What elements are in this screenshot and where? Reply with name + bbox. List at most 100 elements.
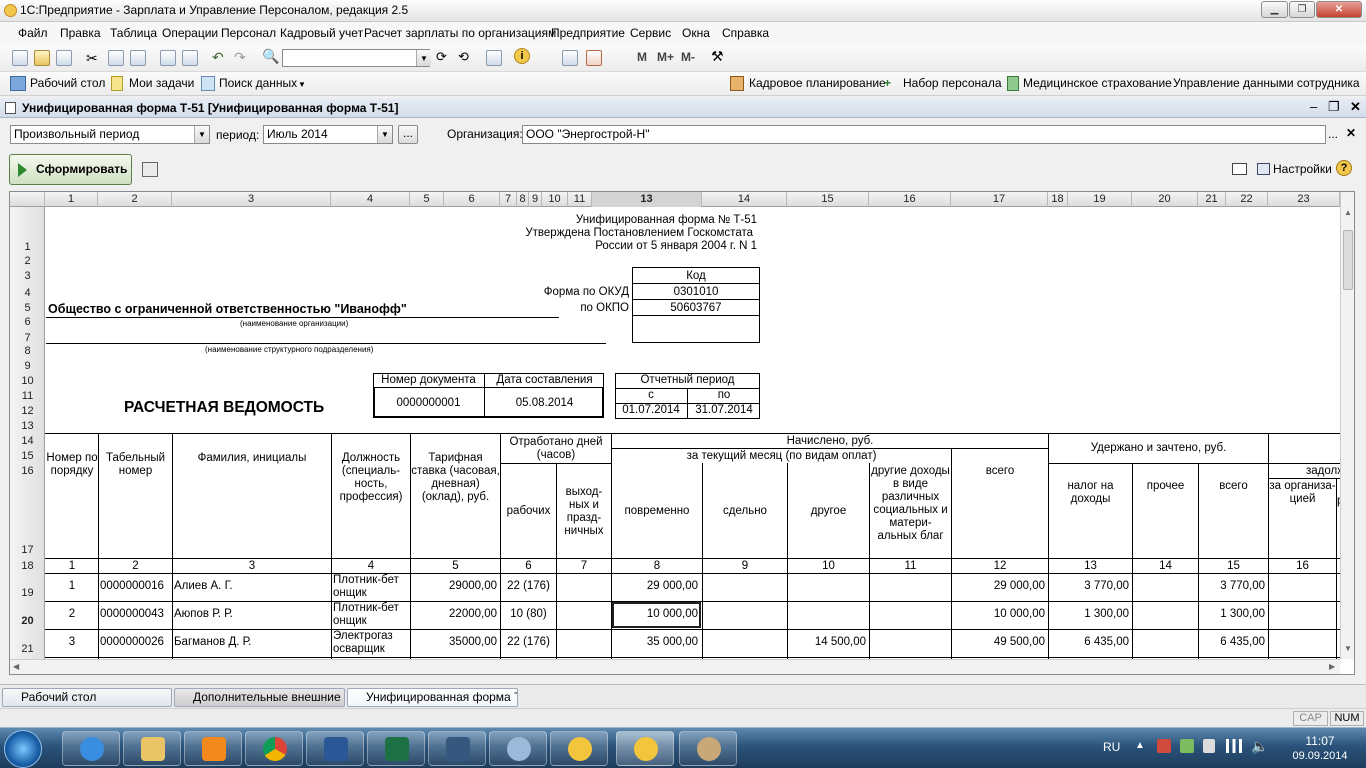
memory-button[interactable]: M (637, 50, 647, 64)
network-icon[interactable] (1226, 739, 1242, 753)
scroll-right-icon[interactable]: ▶ (1329, 662, 1335, 671)
scroll-down-icon[interactable]: ▼ (1344, 644, 1352, 653)
col-header[interactable]: 6 (444, 192, 500, 207)
taskbar-save[interactable] (428, 731, 486, 766)
row-header[interactable]: 11 (10, 390, 45, 402)
taskbar-paint[interactable] (679, 731, 737, 766)
scroll-left-icon[interactable]: ◀ (13, 662, 19, 671)
employee-rate[interactable]: 29000,00 (411, 580, 497, 592)
doc-close-button[interactable]: ✕ (1350, 99, 1361, 115)
doc-restore-button[interactable]: ❐ (1328, 99, 1340, 115)
accrued-total[interactable]: 49 500,00 (952, 636, 1045, 648)
col-header[interactable]: 19 (1068, 192, 1132, 207)
col-header[interactable]: 11 (568, 192, 592, 207)
windows-icon[interactable] (486, 50, 502, 66)
row-header[interactable]: 6 (10, 316, 45, 328)
employee-name[interactable]: Аюпов Р. Р. (174, 608, 233, 620)
info-icon[interactable]: i (514, 48, 530, 64)
col-header[interactable]: 16 (869, 192, 951, 207)
row-header[interactable]: 7 (10, 332, 45, 344)
tray-app-icon[interactable] (1180, 739, 1194, 753)
col-header[interactable]: 7 (500, 192, 517, 207)
menu-help[interactable]: Справка (722, 26, 769, 40)
cut-icon[interactable]: ✂ (86, 50, 98, 67)
scroll-up-icon[interactable]: ▲ (1344, 208, 1352, 217)
menu-table[interactable]: Таблица (110, 26, 157, 40)
withheld-total[interactable]: 3 770,00 (1199, 580, 1265, 592)
time-based-amount[interactable]: 35 000,00 (612, 636, 698, 648)
data-search-button[interactable]: Поиск данных (219, 76, 297, 90)
find-next-icon[interactable]: ⟳ (436, 49, 447, 65)
close-button[interactable]: ✕ (1316, 1, 1362, 18)
col-header[interactable]: 10 (542, 192, 568, 207)
col-header[interactable]: 18 (1048, 192, 1068, 207)
menu-enterprise[interactable]: Предприятие (551, 26, 625, 40)
tab-number[interactable]: 0000000016 (100, 580, 164, 592)
withheld-total[interactable]: 1 300,00 (1199, 608, 1265, 620)
menu-file[interactable]: Файл (18, 26, 48, 40)
language-indicator[interactable]: RU (1103, 740, 1120, 754)
minimize-button[interactable]: ▁ (1261, 1, 1288, 18)
maximize-button[interactable]: ❐ (1289, 1, 1315, 18)
calendar-icon[interactable] (586, 50, 602, 66)
taskbar-excel[interactable] (367, 731, 425, 766)
employee-name[interactable]: Алиев А. Г. (174, 580, 233, 592)
row-header[interactable]: 9 (10, 360, 45, 372)
redo-icon[interactable]: ↷ (234, 49, 246, 66)
col-header[interactable]: 4 (331, 192, 410, 207)
tasks-button[interactable]: Мои задачи (129, 76, 194, 90)
report-options-icon[interactable] (142, 162, 158, 177)
generate-button[interactable]: Сформировать (9, 154, 132, 185)
tray-device-icon[interactable] (1203, 739, 1215, 753)
help-icon[interactable]: ? (1336, 160, 1352, 176)
menu-payroll[interactable]: Расчет зарплаты по организациям (364, 26, 556, 40)
tab-number[interactable]: 0000000026 (100, 636, 164, 648)
row-number[interactable]: 2 (46, 608, 98, 620)
row-header-selected[interactable]: 20 (10, 615, 45, 627)
period-dropdown[interactable]: ▼ (377, 126, 392, 143)
menu-operations[interactable]: Операции (162, 26, 218, 40)
employee-position[interactable]: Электрогаз осварщик (333, 630, 409, 656)
period-type-select[interactable]: Произвольный период (10, 125, 210, 144)
time-based-amount[interactable]: 10 000,00 (612, 608, 698, 620)
row-header[interactable]: 17 (10, 544, 45, 556)
open-icon[interactable] (34, 50, 50, 66)
tray-expand-icon[interactable]: ▲ (1135, 740, 1145, 751)
taskbar-1c-active[interactable] (616, 731, 674, 766)
search-input[interactable] (282, 49, 430, 67)
undo-icon[interactable]: ↶ (212, 49, 224, 66)
tray-flag-icon[interactable] (1157, 739, 1171, 753)
taskbar-explorer[interactable] (123, 731, 181, 766)
organization-clear-button[interactable]: ✕ (1346, 126, 1356, 140)
row-number[interactable]: 3 (46, 636, 98, 648)
panel-employee-data[interactable]: Управление данными сотрудника (1173, 76, 1360, 90)
other-amount[interactable]: 14 500,00 (788, 636, 866, 648)
employee-rate[interactable]: 35000,00 (411, 636, 497, 648)
clock-date[interactable]: 09.09.2014 (1283, 750, 1357, 762)
table-settings-icon[interactable] (1232, 163, 1247, 175)
col-header[interactable]: 9 (529, 192, 542, 207)
clock-time[interactable]: 11:07 (1296, 734, 1344, 748)
col-header[interactable]: 21 (1198, 192, 1226, 207)
income-tax[interactable]: 6 435,00 (1049, 636, 1129, 648)
col-header-selected[interactable]: 13 (592, 192, 702, 207)
col-header[interactable]: 5 (410, 192, 444, 207)
paste-icon[interactable] (130, 50, 146, 66)
col-header[interactable]: 22 (1226, 192, 1268, 207)
row-header[interactable]: 10 (10, 375, 45, 387)
employee-position[interactable]: Плотник-бет онщик (333, 574, 409, 600)
save-icon[interactable] (56, 50, 72, 66)
col-header[interactable]: 17 (951, 192, 1048, 207)
search-icon[interactable]: 🔍 (262, 48, 279, 65)
menu-personnel[interactable]: Персонал (221, 26, 276, 40)
menu-hr[interactable]: Кадровый учет (280, 26, 363, 40)
row-header[interactable]: 12 (10, 405, 45, 417)
accrued-total[interactable]: 10 000,00 (952, 608, 1045, 620)
search-dropdown-button[interactable]: ▼ (416, 50, 431, 66)
memory-minus-button[interactable]: M- (681, 50, 695, 64)
calculator-icon[interactable] (562, 50, 578, 66)
row-header[interactable]: 15 (10, 450, 45, 462)
col-header[interactable]: 14 (702, 192, 787, 207)
row-number[interactable]: 1 (46, 580, 98, 592)
row-header[interactable]: 1 (10, 241, 45, 253)
